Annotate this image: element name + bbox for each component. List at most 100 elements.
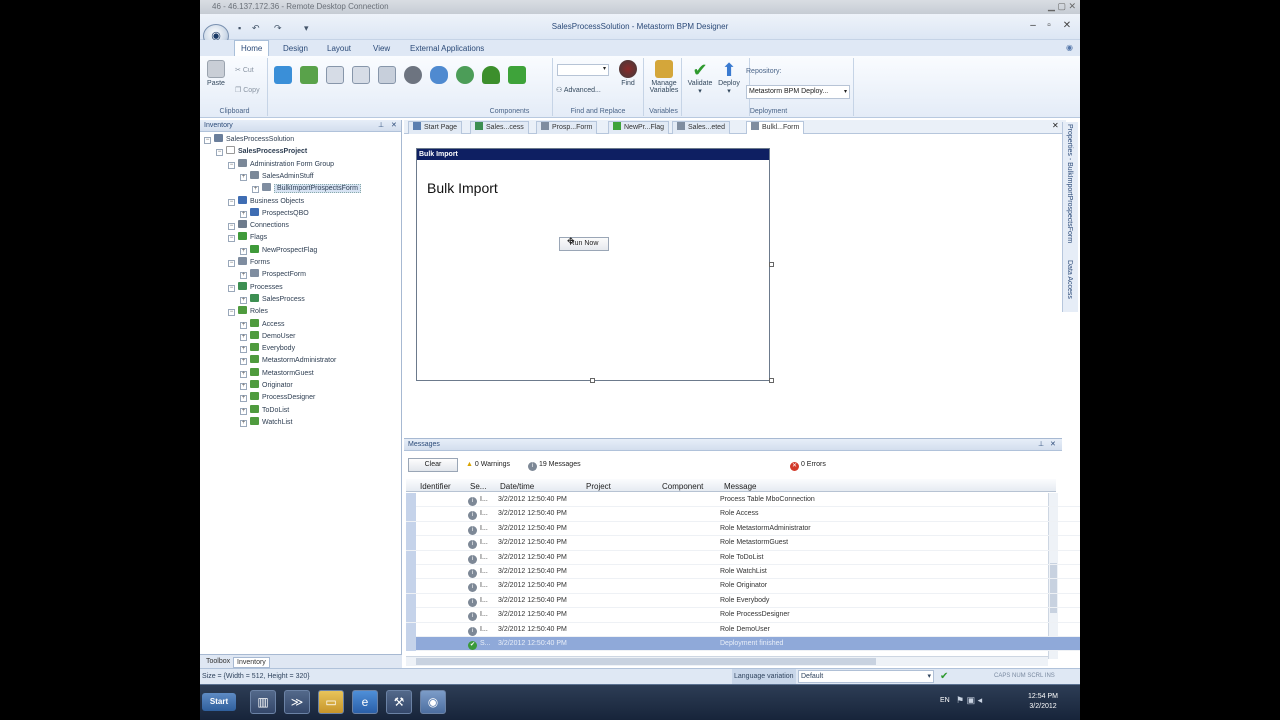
message-row[interactable]: i I... 3/2/2012 12:50:40 PM Role Everybody <box>406 593 1080 609</box>
tab-toolbox[interactable]: Toolbox <box>203 657 233 666</box>
validate-button[interactable]: ✔ Validate ▾ <box>686 60 714 95</box>
errors-toggle[interactable]: ✕ 0 Errors <box>790 461 826 471</box>
warnings-toggle[interactable]: ▲ 0 Warnings <box>466 461 510 468</box>
expand-toggle-icon[interactable]: − <box>228 161 235 169</box>
tab-inventory[interactable]: Inventory <box>233 657 270 668</box>
message-row[interactable]: i I... 3/2/2012 12:50:40 PM Role ProcessDes… <box>406 608 1080 623</box>
col-datetime[interactable]: Date/time <box>500 482 534 491</box>
tree-node[interactable]: + SalesProcess <box>240 293 305 306</box>
expand-toggle-icon[interactable]: + <box>240 358 247 366</box>
tray-clock[interactable]: 12:54 PM 3/2/2012 <box>1028 692 1058 712</box>
database-icon[interactable] <box>430 66 448 84</box>
role-icon[interactable] <box>482 66 500 84</box>
tab-properties[interactable]: Properties - BulkImportProspectsForm <box>1066 124 1073 243</box>
expand-toggle-icon[interactable]: − <box>228 309 235 317</box>
col-message[interactable]: Message <box>724 482 756 491</box>
clear-button[interactable]: Clear <box>408 458 458 472</box>
tree-node[interactable]: + WatchList <box>240 416 292 429</box>
expand-toggle-icon[interactable]: + <box>240 173 247 181</box>
expand-toggle-icon[interactable]: − <box>228 223 235 231</box>
tab-external-applications[interactable]: External Applications <box>404 42 490 55</box>
input-language[interactable]: EN <box>940 697 950 704</box>
tree-node[interactable]: + ProspectsQBO <box>240 207 309 220</box>
message-row[interactable]: i I... 3/2/2012 12:50:40 PM Role WatchList <box>406 565 1080 580</box>
close-icon[interactable]: ✕ <box>1060 20 1074 32</box>
tree-node[interactable]: + ProcessDesigner <box>240 392 315 404</box>
message-row[interactable]: ✔ S... 3/2/2012 12:50:40 PM Deployment fini… <box>406 637 1080 652</box>
tab-home[interactable]: Home <box>234 40 270 56</box>
expand-toggle-icon[interactable]: + <box>240 210 247 218</box>
maximize-icon[interactable]: ▫ <box>1042 20 1056 32</box>
tree-node[interactable]: − Flags <box>228 232 267 244</box>
start-button[interactable]: Start <box>202 693 236 711</box>
form-group-icon[interactable] <box>352 66 370 84</box>
process-icon[interactable] <box>274 66 292 84</box>
row-selector[interactable] <box>406 507 416 522</box>
expand-toggle-icon[interactable]: + <box>240 296 247 304</box>
expand-toggle-icon[interactable]: − <box>228 235 235 243</box>
tree-node[interactable]: + ToDoList <box>240 404 289 417</box>
deploy-button[interactable]: ⬆ Deploy ▾ <box>716 60 742 95</box>
powershell-icon[interactable]: ≫ <box>284 690 310 714</box>
explorer-icon[interactable]: ▭ <box>318 690 344 714</box>
qat-dropdown-icon[interactable]: ▾ <box>304 23 309 34</box>
expand-toggle-icon[interactable]: + <box>240 419 247 427</box>
manage-variables-button[interactable]: Manage Variables <box>648 60 680 94</box>
expand-toggle-icon[interactable]: − <box>216 149 223 157</box>
form-icon[interactable] <box>326 66 344 84</box>
advanced-button[interactable]: ⚇ Advanced... <box>556 86 601 94</box>
document-icon[interactable] <box>378 66 396 84</box>
tab-design[interactable]: Design <box>277 42 314 55</box>
flow-icon[interactable] <box>300 66 318 84</box>
messages-pin-icon[interactable]: ⊥ <box>1038 439 1044 451</box>
messages-horizontal-scrollbar[interactable] <box>406 656 1048 666</box>
tree-node[interactable]: + SalesAdminStuff <box>240 170 314 183</box>
chart-icon[interactable] <box>456 66 474 84</box>
horizontal-scroll-thumb[interactable] <box>416 658 876 665</box>
server-manager-icon[interactable]: ▥ <box>250 690 276 714</box>
message-row[interactable]: i I... 3/2/2012 12:50:40 PM Role MetastormA… <box>406 521 1080 537</box>
message-row[interactable]: i I... 3/2/2012 12:50:40 PM Role Originator <box>406 579 1080 594</box>
tree-node[interactable]: − SalesProcessSolution <box>204 134 294 146</box>
redo-icon[interactable]: ↷ <box>274 23 282 34</box>
messages-toggle[interactable]: i 19 Messages <box>528 461 581 471</box>
document-tab[interactable]: NewPr...Flag <box>608 121 670 134</box>
tree-node[interactable]: − SalesProcessProject <box>216 146 307 158</box>
message-row[interactable]: i I... 3/2/2012 12:50:40 PM Role DemoUser <box>406 622 1080 637</box>
row-selector[interactable] <box>406 536 416 551</box>
form-surface[interactable]: Bulk Import Bulk Import Run Now ✥ <box>416 148 770 381</box>
tools-icon[interactable]: ⚒ <box>386 690 412 714</box>
message-row[interactable]: i I... 3/2/2012 12:50:40 PM Role Access <box>406 507 1080 522</box>
message-row[interactable]: i I... 3/2/2012 12:50:40 PM Role MetastormG… <box>406 536 1080 551</box>
message-row[interactable]: i I... 3/2/2012 12:50:40 PM Role ToDoList <box>406 550 1080 565</box>
form-title-label[interactable]: Bulk Import <box>427 180 498 196</box>
tree-node[interactable]: − Administration Form Group <box>228 158 334 171</box>
message-row[interactable]: i I... 3/2/2012 12:50:40 PM Process Table M… <box>406 493 1080 508</box>
tree-node[interactable]: + Originator <box>240 380 293 392</box>
tree-node[interactable]: + Access <box>240 318 285 331</box>
row-selector[interactable] <box>406 565 416 579</box>
expand-toggle-icon[interactable]: + <box>240 321 247 329</box>
row-selector[interactable] <box>406 521 416 536</box>
document-tab[interactable]: Bulkl...Form <box>746 121 805 134</box>
undo-icon[interactable]: ↶ <box>252 23 260 34</box>
expand-toggle-icon[interactable]: + <box>240 407 247 415</box>
pin-icon[interactable]: ⊥ <box>378 120 384 132</box>
resize-handle-bottom[interactable] <box>590 378 595 383</box>
inventory-close-icon[interactable]: ✕ <box>391 120 397 132</box>
expand-toggle-icon[interactable]: + <box>240 383 247 390</box>
document-tab[interactable]: Sales...eted <box>672 121 730 134</box>
tree-node[interactable]: − Roles <box>228 306 268 318</box>
document-tab[interactable]: Prosp...Form <box>536 121 598 134</box>
copy-button[interactable]: ❐ Copy <box>235 86 260 94</box>
language-select[interactable]: Default ▾ <box>798 670 934 683</box>
expand-toggle-icon[interactable]: + <box>240 333 247 341</box>
expand-toggle-icon[interactable]: − <box>228 284 235 292</box>
tree-node[interactable]: − Forms <box>228 257 270 269</box>
col-component[interactable]: Component <box>662 482 703 491</box>
col-identifier[interactable]: Identifier <box>420 482 451 491</box>
metastorm-designer-icon[interactable]: ◉ <box>420 690 446 714</box>
row-selector[interactable] <box>406 593 416 608</box>
doc-close-icon[interactable]: ✕ <box>1052 121 1059 130</box>
expand-toggle-icon[interactable]: − <box>228 260 235 267</box>
